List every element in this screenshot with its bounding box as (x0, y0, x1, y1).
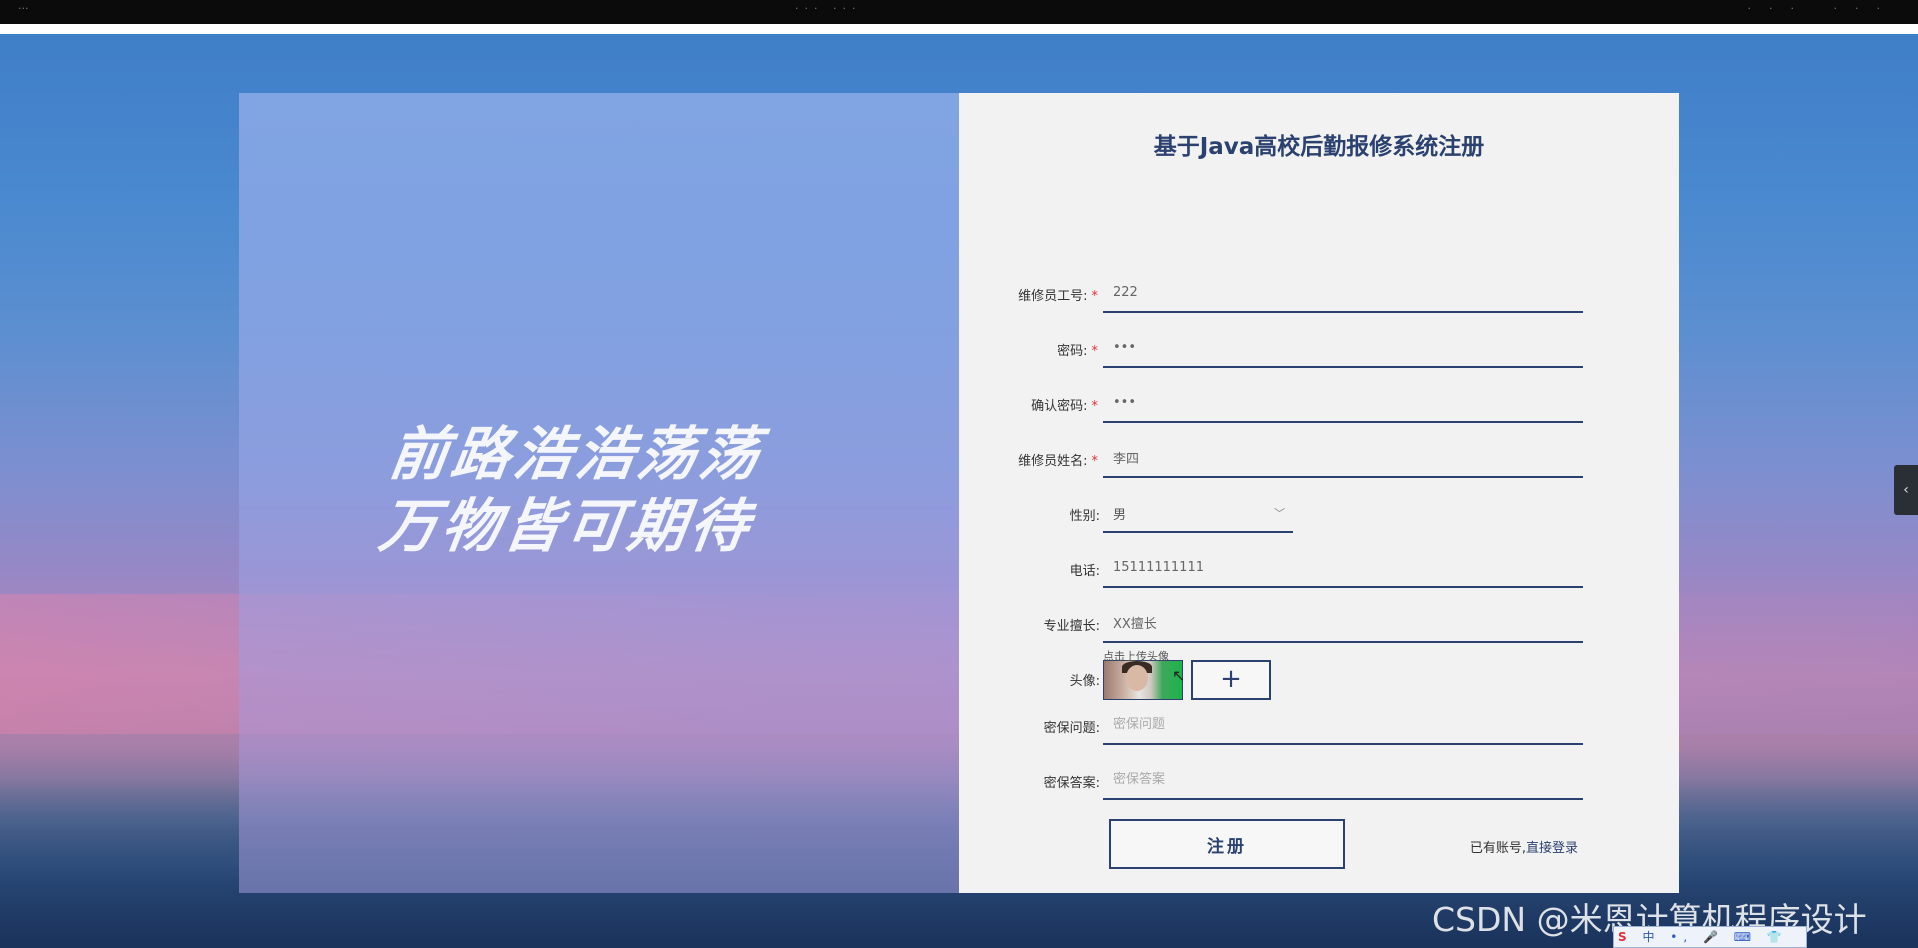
avatar-upload-hint[interactable]: 点击上传头像 (1103, 648, 1169, 664)
specialty-label: 专业擅长: (1043, 619, 1100, 634)
avatar-label: 头像: (1069, 674, 1100, 689)
worker-name-label: 维修员姓名: * (1018, 454, 1099, 469)
confirm-password-input[interactable] (1103, 383, 1583, 423)
slogan-panel: 前路浩浩荡荡 万物皆可期待 (239, 93, 959, 893)
avatar-image[interactable] (1103, 660, 1183, 700)
gender-selected-value: 男 (1113, 508, 1127, 523)
form-title: 基于Java高校后勤报修系统注册 (1153, 134, 1485, 160)
security-answer-input[interactable] (1103, 760, 1583, 800)
register-form-panel: 基于Java高校后勤报修系统注册 维修员工号:* 密码:* 确认密码:* 维修员… (959, 93, 1679, 893)
ime-toolbar-icons: 中 •, 🎤 ⌨ 👕 🎮 ▦ ✲ (1642, 930, 1788, 944)
avatar-face (1126, 665, 1148, 691)
gender-label: 性别: (1069, 509, 1100, 524)
mouse-cursor-icon: ↖ (1172, 666, 1186, 685)
avatar-upload-button[interactable]: + (1191, 660, 1271, 700)
ime-logo-icon: S (1618, 930, 1633, 944)
required-mark: * (1091, 454, 1099, 469)
top-divider (0, 24, 1918, 34)
row-phone: 电话: (959, 548, 1679, 592)
specialty-input[interactable] (1103, 603, 1583, 643)
side-collapse-tab[interactable]: ‹ (1894, 465, 1918, 515)
worker-id-input[interactable] (1103, 273, 1583, 313)
slogan-line-2: 万物皆可期待 (375, 492, 757, 560)
browser-top-bar: ··· ··· ··· ··· ··· (0, 0, 1918, 34)
gender-select[interactable]: 男 ﹀ (1103, 493, 1293, 533)
register-button[interactable]: 注册 (1109, 819, 1345, 869)
required-mark: * (1091, 399, 1099, 414)
row-password: 密码: * (959, 328, 1679, 372)
login-prompt: 已有账号,直接登录 (1470, 837, 1578, 856)
row-security-question: 密保问题: (959, 705, 1679, 749)
worker-id-label: 维修员工号: * (1018, 289, 1099, 304)
row-worker-name: 维修员姓名: * (959, 438, 1679, 482)
required-mark: * (1091, 289, 1099, 304)
security-question-input[interactable] (1103, 705, 1583, 745)
login-link[interactable]: 直接登录 (1526, 841, 1578, 856)
row-worker-id: 维修员工号: * (959, 273, 1679, 317)
row-specialty: 专业擅长: (959, 603, 1679, 647)
phone-label: 电话: (1069, 564, 1100, 579)
top-bar-center-text: ··· ··· (795, 2, 862, 15)
confirm-password-label: 确认密码: * (1031, 399, 1099, 414)
top-bar-right-icons: ··· ··· (1747, 2, 1898, 15)
required-mark: * (1091, 344, 1099, 359)
worker-name-input[interactable] (1103, 438, 1583, 478)
password-input[interactable] (1103, 328, 1583, 368)
slogan-line-1: 前路浩浩荡荡 (385, 420, 767, 488)
top-bar-left-text: ··· (18, 2, 29, 15)
row-security-answer: 密保答案: (959, 760, 1679, 804)
ime-toolbar[interactable]: S 中 •, 🎤 ⌨ 👕 🎮 ▦ ✲ (1613, 926, 1807, 948)
row-gender: 性别: 男 ﹀ (959, 493, 1679, 537)
chevron-down-icon: ﹀ (1274, 507, 1285, 520)
phone-input[interactable] (1103, 548, 1583, 588)
row-confirm-password: 确认密码: * (959, 383, 1679, 427)
security-answer-label: 密保答案: (1043, 776, 1100, 791)
password-label: 密码: * (1057, 344, 1099, 359)
login-prompt-text: 已有账号, (1469, 841, 1526, 856)
slogan: 前路浩浩荡荡 万物皆可期待 (375, 418, 895, 562)
security-question-label: 密保问题: (1043, 721, 1100, 736)
